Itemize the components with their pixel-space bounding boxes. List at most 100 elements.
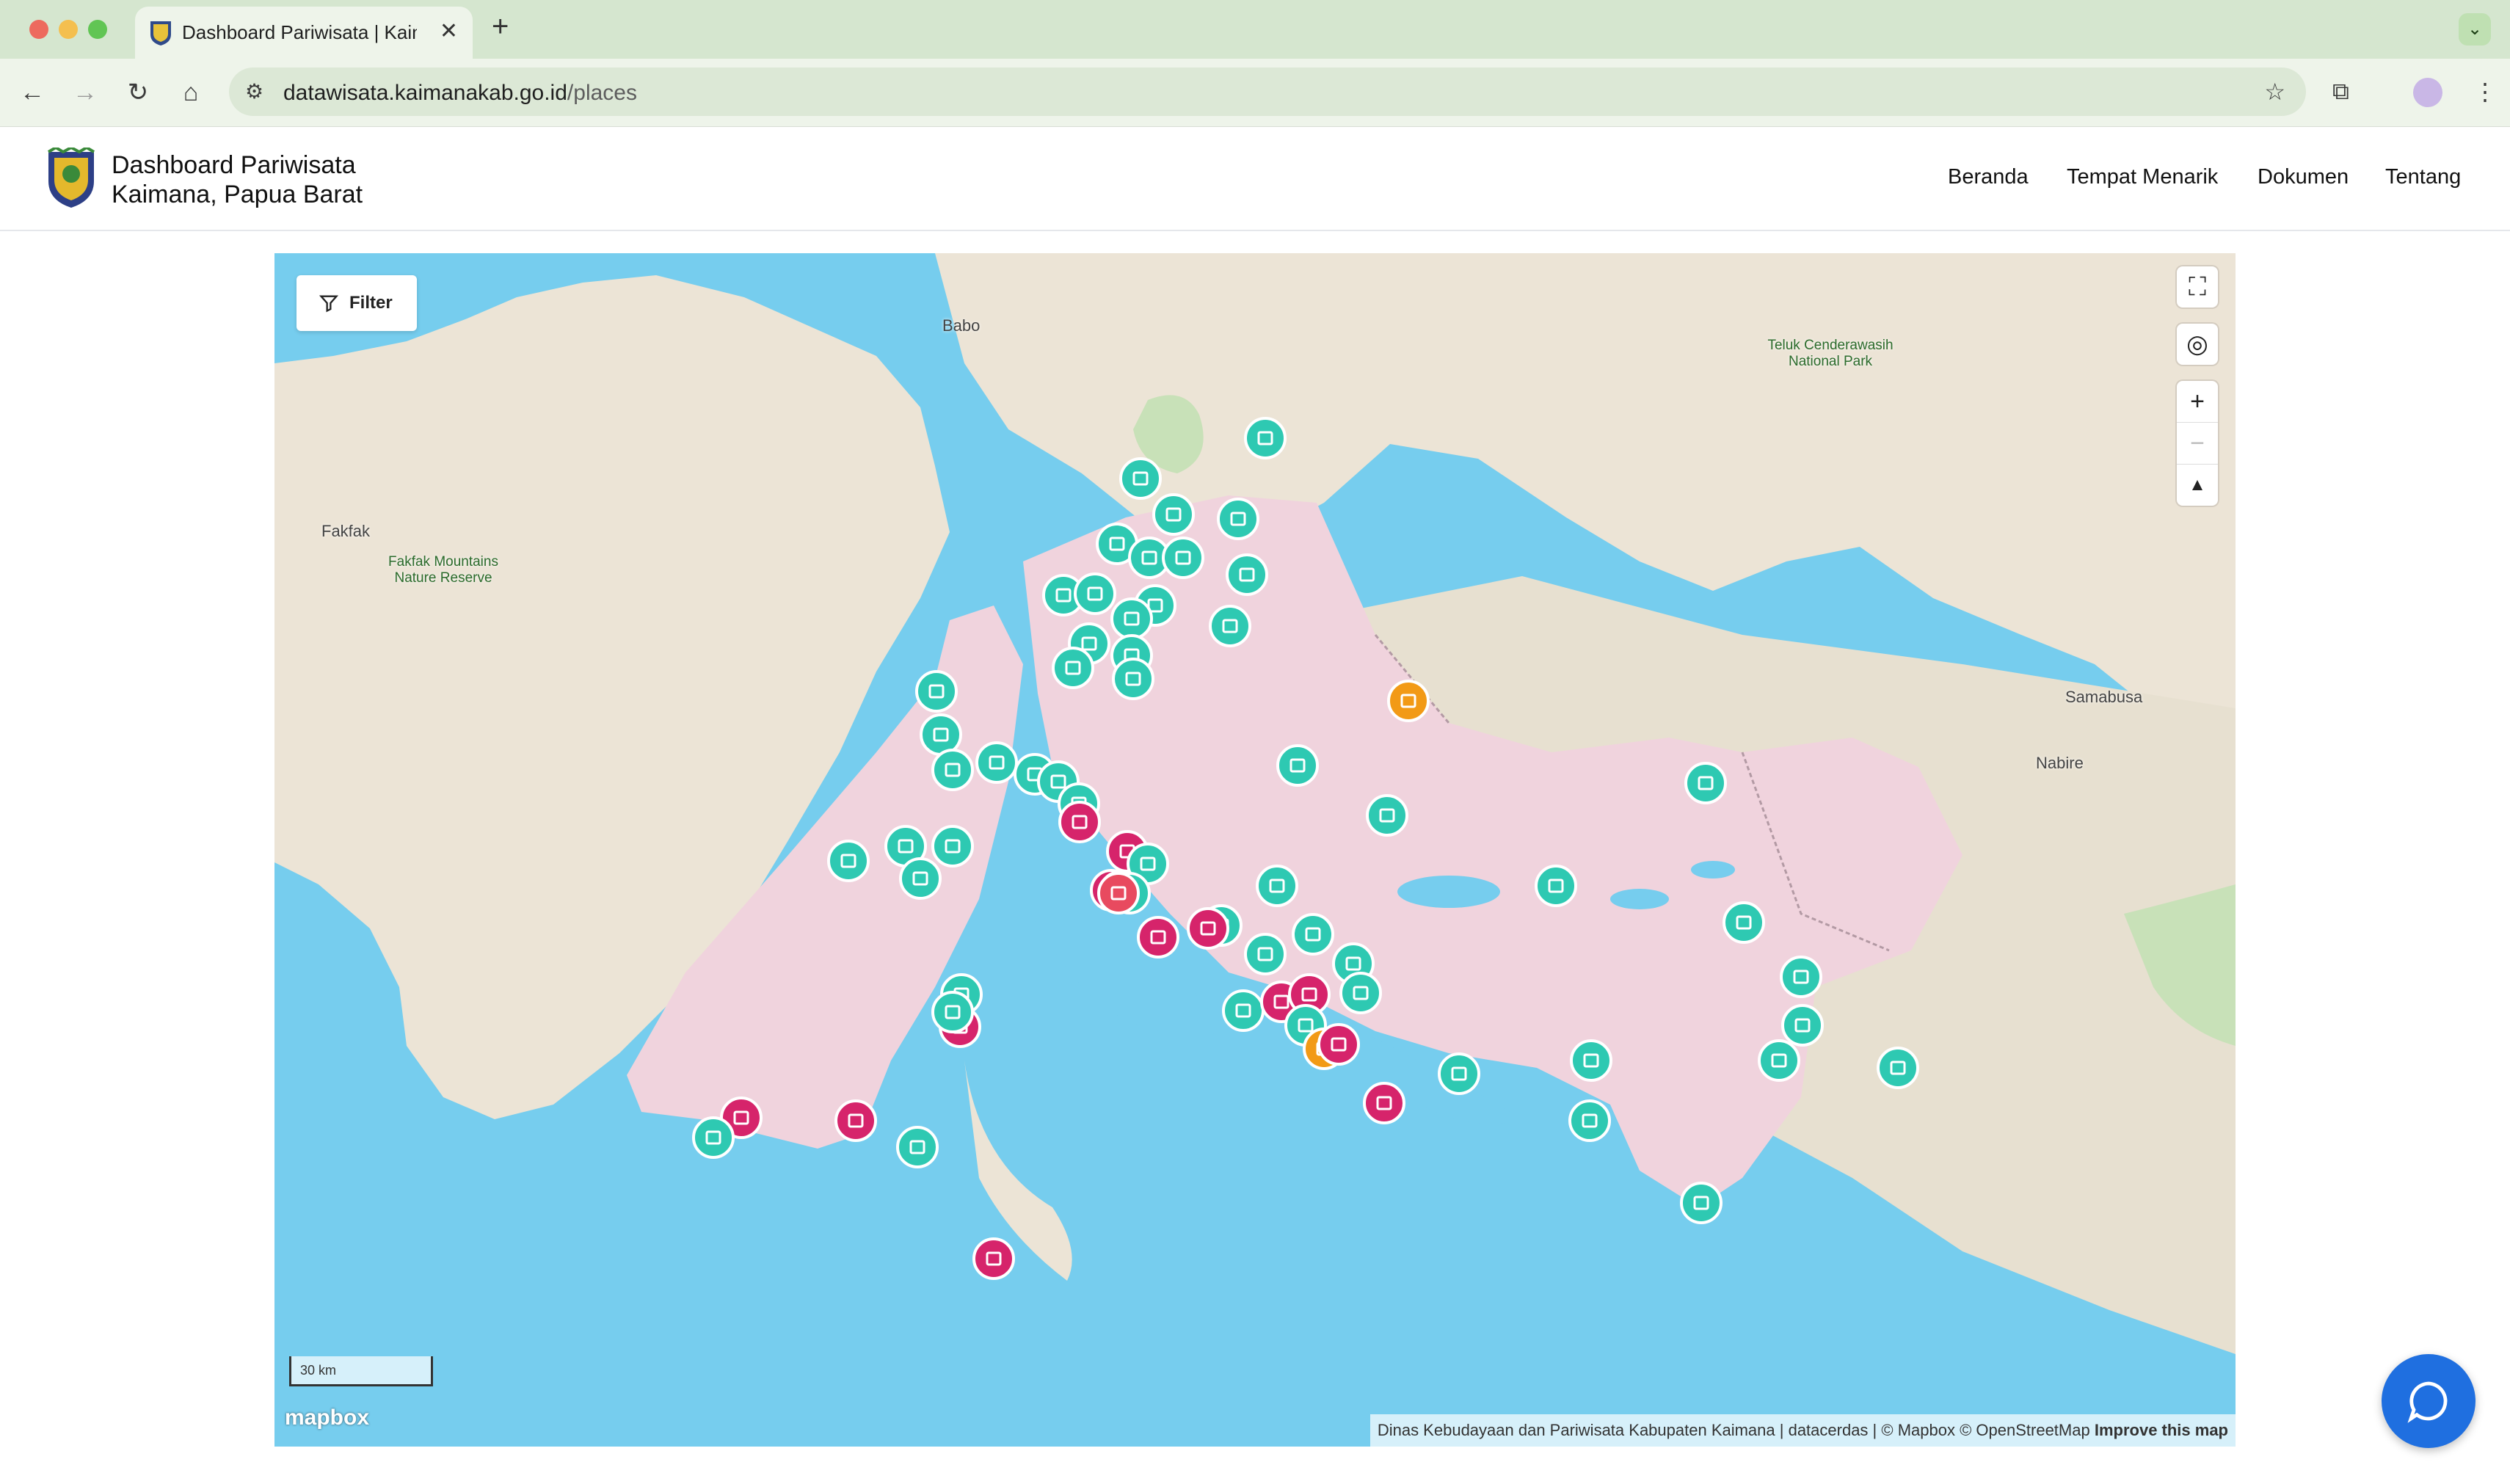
geolocate-control[interactable]: ◎: [2177, 324, 2218, 365]
village-marker-circle: [827, 840, 870, 882]
village-marker[interactable]: [1244, 417, 1287, 459]
village-marker[interactable]: [975, 741, 1018, 784]
village-marker-circle: [1877, 1047, 1919, 1089]
village-marker[interactable]: [931, 825, 974, 868]
village-marker[interactable]: [1292, 913, 1334, 956]
village-marker-circle: [1152, 493, 1195, 536]
geolocate-icon[interactable]: ◎: [2177, 324, 2218, 365]
village-marker[interactable]: [1680, 1182, 1723, 1224]
minimize-window-button[interactable]: [59, 20, 78, 39]
village-marker[interactable]: [1256, 865, 1298, 907]
site-info-icon[interactable]: ⚙: [245, 79, 263, 103]
village-marker[interactable]: [1112, 658, 1154, 700]
village-marker[interactable]: [1209, 605, 1251, 647]
beach-marker[interactable]: [1137, 916, 1179, 959]
tab-title: Dashboard Pariwisata | Kaimana: [182, 21, 417, 43]
village-marker[interactable]: [1568, 1099, 1611, 1142]
village-marker-circle: [1226, 553, 1268, 596]
village-marker[interactable]: [1535, 865, 1577, 907]
village-marker[interactable]: [1222, 989, 1265, 1032]
mapbox-logo[interactable]: mapbox: [285, 1405, 369, 1430]
village-marker-circle: [1119, 457, 1162, 500]
village-marker[interactable]: [1162, 537, 1204, 579]
bookmark-star-icon[interactable]: ☆: [2264, 78, 2285, 106]
village-marker[interactable]: [1119, 457, 1162, 500]
culture-marker[interactable]: [1387, 680, 1430, 722]
village-marker[interactable]: [1684, 762, 1727, 804]
village-marker[interactable]: [692, 1116, 735, 1159]
reload-icon[interactable]: ↻: [120, 75, 156, 110]
village-marker[interactable]: [1244, 933, 1287, 975]
village-marker[interactable]: [1780, 956, 1822, 998]
fullscreen-icon[interactable]: ⛶: [2177, 266, 2218, 308]
tab-close-icon[interactable]: ✕: [440, 18, 458, 44]
village-marker[interactable]: [1110, 597, 1153, 640]
kaimana-logo[interactable]: [46, 148, 97, 209]
beach-marker[interactable]: [1363, 1082, 1405, 1124]
nav-tempat-menarik[interactable]: Tempat Menarik: [2067, 165, 2218, 189]
chat-button[interactable]: [2382, 1354, 2476, 1448]
village-marker[interactable]: [1052, 647, 1094, 689]
fullscreen-control[interactable]: ⛶: [2177, 266, 2218, 308]
market-marker[interactable]: [1097, 872, 1140, 914]
improve-map-link[interactable]: Improve this map: [2095, 1421, 2228, 1439]
village-marker-circle: [1162, 537, 1204, 579]
maximize-window-button[interactable]: [88, 20, 107, 39]
beach-marker[interactable]: [1058, 801, 1101, 843]
map-scale: 30 km: [289, 1356, 433, 1386]
village-marker[interactable]: [1877, 1047, 1919, 1089]
village-marker[interactable]: [1723, 901, 1765, 944]
village-marker[interactable]: [1781, 1004, 1824, 1047]
village-marker[interactable]: [1570, 1039, 1612, 1082]
beach-marker[interactable]: [834, 1099, 877, 1142]
village-marker-circle: [1780, 956, 1822, 998]
village-marker[interactable]: [896, 1126, 939, 1168]
village-marker[interactable]: [1217, 498, 1259, 540]
close-window-button[interactable]: [29, 20, 48, 39]
village-marker[interactable]: [1366, 794, 1408, 837]
village-marker-circle: [899, 857, 942, 900]
village-marker[interactable]: [827, 840, 870, 882]
beach-marker[interactable]: [972, 1237, 1015, 1280]
new-tab-icon[interactable]: +: [492, 10, 509, 43]
compass-button[interactable]: ▲: [2177, 465, 2218, 506]
nav-beranda[interactable]: Beranda: [1948, 165, 2029, 189]
village-marker-circle: [931, 749, 974, 791]
village-marker[interactable]: [1758, 1039, 1800, 1082]
filter-button[interactable]: Filter: [297, 275, 417, 331]
village-marker-circle: [1110, 597, 1153, 640]
village-marker[interactable]: [920, 713, 962, 756]
scale-label: 30 km: [300, 1363, 337, 1378]
url-text: datawisata.kaimanakab.go.id/places: [283, 81, 637, 105]
forward-icon[interactable]: →: [68, 75, 103, 110]
address-bar[interactable]: ⚙ datawisata.kaimanakab.go.id/places ☆: [229, 68, 2306, 116]
village-marker[interactable]: [1276, 744, 1319, 787]
village-marker[interactable]: [931, 749, 974, 791]
back-icon[interactable]: ←: [15, 75, 50, 110]
nav-dokumen[interactable]: Dokumen: [2258, 165, 2349, 189]
beach-marker[interactable]: [1187, 907, 1229, 950]
village-marker-circle: [1222, 989, 1265, 1032]
profile-avatar[interactable]: [2413, 78, 2442, 107]
nav-tentang[interactable]: Tentang: [2385, 165, 2461, 189]
village-marker-circle: [1680, 1182, 1723, 1224]
home-icon[interactable]: ⌂: [173, 75, 208, 110]
browser-menu-icon[interactable]: ⋮: [2473, 78, 2497, 106]
zoom-out-button[interactable]: −: [2177, 423, 2218, 465]
zoom-in-button[interactable]: +: [2177, 381, 2218, 423]
tab-search-chevron-icon[interactable]: ⌄: [2459, 13, 2491, 46]
beach-marker[interactable]: [1317, 1023, 1360, 1066]
village-marker[interactable]: [1074, 572, 1116, 615]
village-marker[interactable]: [899, 857, 942, 900]
village-marker[interactable]: [1438, 1052, 1480, 1095]
village-marker[interactable]: [931, 991, 974, 1033]
extensions-icon[interactable]: ⧉: [2332, 78, 2349, 106]
village-marker[interactable]: [1226, 553, 1268, 596]
village-marker[interactable]: [915, 670, 958, 713]
map-canvas[interactable]: Babo Fakfak Fakfak Mountains Nature Rese…: [274, 253, 2236, 1447]
browser-tab[interactable]: Dashboard Pariwisata | Kaimana ✕: [135, 7, 473, 59]
village-marker[interactable]: [1152, 493, 1195, 536]
browser-toolbar: ← → ↻ ⌂ ⚙ datawisata.kaimanakab.go.id/pl…: [0, 59, 2510, 127]
village-marker[interactable]: [1339, 972, 1382, 1014]
site-title[interactable]: Dashboard Pariwisata Kaimana, Papua Bara…: [112, 150, 363, 209]
